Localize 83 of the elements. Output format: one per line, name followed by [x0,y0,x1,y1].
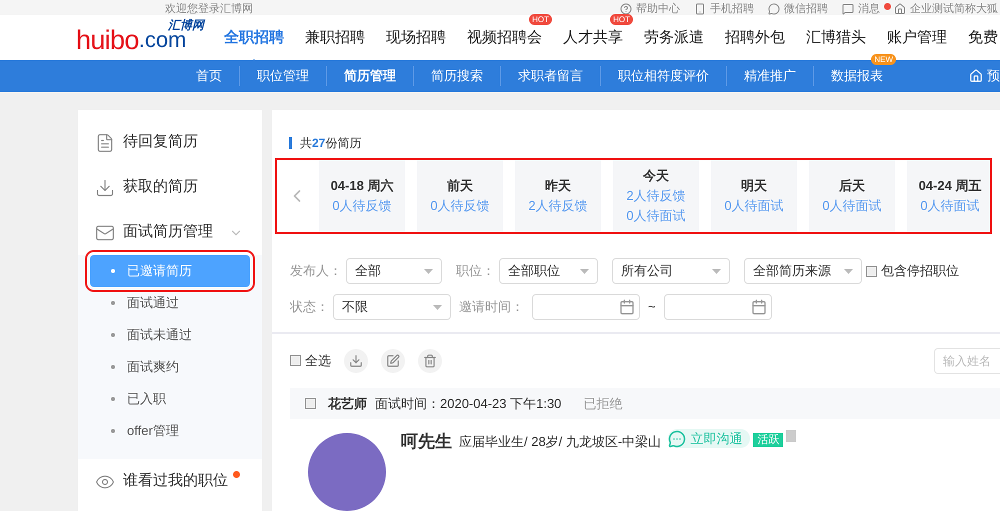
day-card[interactable]: 明天 0人待面试 [711,160,797,232]
range-separator: ~ [648,298,656,316]
sidebar-subitem[interactable]: 面试通过 [90,287,250,319]
position-name: 花艺师 [328,394,367,413]
day-card[interactable]: 昨天 2人待反馈 [515,160,601,232]
resume-checkbox[interactable] [305,398,316,409]
day-card[interactable]: 04-18 周六 0人待反馈 [319,160,405,232]
calendar-icon [619,299,635,316]
home-icon [969,69,983,83]
new-badge: NEW [871,54,896,66]
day-card[interactable]: 前天 0人待反馈 [417,160,503,232]
filter-label: 邀请时间： [459,298,524,316]
sidebar-subitem[interactable]: 面试爽约 [90,351,250,383]
chat-icon [668,430,686,448]
download-icon [349,354,363,368]
edit-icon [386,354,400,368]
status-text: 已拒绝 [583,394,622,413]
sub-nav-link[interactable]: 求职者留言 [518,68,583,84]
delete-button[interactable] [418,348,442,373]
sub-nav-link[interactable]: 简历搜索 [431,68,483,84]
interview-time: 面试时间：2020-04-23 下午1:30 [375,394,562,413]
sub-nav-link[interactable]: 数据报表 [831,68,883,84]
welcome-text: 欢迎您登录汇博网 [165,4,253,15]
main-nav-tab[interactable]: 兼职招聘 [305,28,365,46]
date-field[interactable] [532,294,640,320]
message-icon [842,3,854,15]
home-icon [894,3,906,15]
search-field[interactable]: 输入姓名 [934,348,1000,374]
trash-icon [423,354,437,368]
candidate-name: 呵先生 [401,430,452,453]
logo[interactable]: 汇博网 huibo.com [76,19,204,56]
sub-nav-link[interactable]: 预 [969,66,1000,86]
active-badge: 活跃 [753,432,784,447]
main-nav-tab[interactable]: 账户管理 [887,28,947,46]
sidebar-item[interactable]: 获取的简历 [78,165,262,210]
phone-icon [694,3,706,15]
main-nav-tab[interactable]: 免费 [968,28,998,46]
download-button[interactable] [344,348,368,373]
include-paused-checkbox[interactable]: 包含停招职位 [866,261,959,281]
filter-label: 发布人： [290,262,342,280]
candidate-details: 应届毕业生/ 28岁/ 九龙坡区-中梁山 [459,432,662,451]
main-nav-tab[interactable]: 汇博猎头 [806,28,866,46]
select-all-checkbox[interactable]: 全选 [290,350,331,370]
edit-button[interactable] [381,348,405,373]
chat-icon [768,3,780,15]
download-icon [95,178,115,198]
calendar-icon [750,299,767,316]
main-nav-tab[interactable]: 视频招聘会 [467,28,542,46]
main-nav-tab[interactable]: 招聘外包 [725,28,785,46]
sub-nav-link[interactable]: 精准推广 [744,68,796,84]
reply-icon [95,132,115,152]
caret-icon [424,268,433,274]
sidebar-subitem[interactable]: 面试未通过 [90,319,250,351]
day-card[interactable]: 后天 0人待面试 [809,160,895,232]
sidebar-item[interactable]: 谁看过我的职位 [78,459,262,504]
dropdown[interactable]: 全部简历来源 [744,258,862,284]
sub-nav-link[interactable]: 职位管理 [257,68,309,84]
caret-icon [712,268,721,274]
filter-label: 状态： [290,298,329,316]
caret-icon [433,304,442,310]
dropdown[interactable]: 全部职位 [499,258,598,284]
help-icon [620,3,632,15]
sidebar-subitem[interactable]: offer管理 [90,415,250,447]
main-nav-tab[interactable]: 现场招聘 [386,28,446,46]
sidebar-item[interactable]: 待回复简历 [78,120,262,165]
day-card[interactable]: 今天 2人待反馈 0人待面试 [613,160,699,232]
main-nav-tab[interactable]: 全职招聘 [224,28,284,46]
sub-nav-link[interactable]: 首页 [196,68,222,84]
sub-nav-link[interactable]: 职位相符度评价 [618,68,709,84]
sidebar-subitem[interactable]: 已入职 [90,383,250,415]
caret-icon [844,268,853,274]
filter-label: 职位： [456,262,495,280]
dropdown[interactable]: 全部 [346,258,442,284]
resume-count: 共27份简历 [300,135,362,152]
sidebar-item[interactable]: 面试简历管理 [78,210,262,255]
main-nav-tab[interactable]: 劳务派遣 [644,28,704,46]
sub-nav-link[interactable]: 简历管理 [344,68,396,84]
caret-icon [580,268,589,274]
main-nav-tab[interactable]: 人才共享 [563,28,623,46]
dropdown[interactable]: 不限 [333,294,451,320]
dropdown[interactable]: 所有公司 [612,258,730,284]
day-card[interactable]: 04-24 周五 0人待面试 [907,160,990,232]
date-field[interactable] [664,294,772,320]
